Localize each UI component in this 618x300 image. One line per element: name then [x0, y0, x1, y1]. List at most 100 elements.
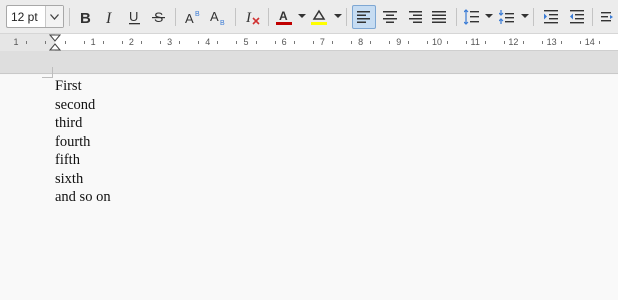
- ruler-tick: [141, 41, 142, 44]
- toolbar-separator: [456, 8, 457, 26]
- ruler-tick: [427, 41, 428, 44]
- increase-indent-button[interactable]: [540, 6, 562, 28]
- ruler-label: 12: [508, 37, 519, 47]
- ruler-label: 11: [470, 37, 480, 47]
- ruler-tick: [122, 41, 123, 44]
- svg-text:I: I: [245, 10, 252, 25]
- toolbar-separator: [346, 8, 347, 26]
- highlight-color-dropdown[interactable]: [334, 14, 342, 18]
- document-text[interactable]: First second third fourth fifth sixth an…: [55, 77, 111, 207]
- text-line[interactable]: and so on: [55, 188, 111, 207]
- strikethrough-button[interactable]: S: [148, 6, 170, 28]
- ruler-tick: [332, 41, 333, 44]
- ruler-tick: [26, 41, 27, 44]
- decrease-indent-icon: [570, 10, 584, 24]
- align-left-button[interactable]: [352, 5, 376, 29]
- justify-icon: [432, 11, 446, 23]
- text-line[interactable]: First: [55, 77, 111, 96]
- ruler-tick: [313, 41, 314, 44]
- toolbar-separator: [533, 8, 534, 26]
- line-spacing-icon: [464, 9, 479, 25]
- clear-formatting-button[interactable]: I: [242, 6, 264, 28]
- clear-formatting-icon: I: [245, 10, 260, 25]
- ruler-tick: [217, 41, 218, 44]
- ruler-tick: [256, 41, 257, 44]
- strikethrough-icon: S: [152, 9, 165, 25]
- ruler-tick: [198, 41, 199, 44]
- ruler-tick: [179, 41, 180, 44]
- font-size-value[interactable]: 12 pt: [11, 10, 38, 24]
- highlight-color-button[interactable]: [308, 6, 330, 28]
- text-line[interactable]: fifth: [55, 151, 111, 170]
- ruler-tick: [370, 41, 371, 44]
- font-color-icon: A: [276, 9, 292, 25]
- line-spacing-button[interactable]: [461, 6, 483, 28]
- svg-text:A: A: [279, 9, 288, 23]
- ruler-tick: [160, 41, 161, 44]
- align-right-button[interactable]: [404, 6, 426, 28]
- horizontal-ruler[interactable]: 1 1 2 3 4 5 6 7 8 9 10 11 12 13 14: [0, 34, 618, 51]
- superscript-button[interactable]: AB: [182, 6, 204, 28]
- toolbar-separator: [592, 8, 593, 26]
- text-line[interactable]: second: [55, 96, 111, 115]
- ruler-label: 7: [319, 37, 325, 47]
- decrease-indent-button[interactable]: [566, 6, 588, 28]
- ruler-tick: [485, 41, 486, 44]
- svg-text:U: U: [129, 9, 138, 24]
- bold-button[interactable]: B: [75, 6, 97, 28]
- underline-button[interactable]: U: [124, 6, 146, 28]
- ruler-tick: [504, 41, 505, 44]
- ruler-tick: [351, 41, 352, 44]
- svg-text:A: A: [210, 9, 219, 24]
- chevron-down-icon: [50, 13, 59, 20]
- toolbar-separator: [268, 8, 269, 26]
- superscript-icon: AB: [185, 11, 200, 25]
- ruler-label: 2: [128, 37, 134, 47]
- ruler-tick: [561, 41, 562, 44]
- ruler-tick: [389, 41, 390, 44]
- ruler-tick: [84, 41, 85, 44]
- subscript-icon: AB: [210, 9, 225, 25]
- align-center-icon: [383, 11, 397, 23]
- underline-icon: U: [129, 9, 140, 25]
- font-size-box[interactable]: 12 pt: [6, 5, 64, 28]
- svg-text:A: A: [185, 11, 194, 25]
- ruler-label: 8: [358, 37, 364, 47]
- ruler-label: 1: [13, 37, 19, 47]
- paragraph-direction-button[interactable]: [598, 6, 616, 28]
- ruler-tick: [580, 41, 581, 44]
- paragraph-spacing-icon: [499, 10, 514, 24]
- ruler-tick: [236, 41, 237, 44]
- align-left-icon: [357, 11, 370, 23]
- ruler-label: 5: [243, 37, 249, 47]
- ruler-label: 3: [167, 37, 173, 47]
- paragraph-spacing-button[interactable]: [496, 6, 518, 28]
- font-color-button[interactable]: A: [273, 6, 295, 28]
- ruler-area: 1 1 2 3 4 5 6 7 8 9 10 11 12 13 14: [0, 34, 618, 74]
- paragraph-spacing-dropdown[interactable]: [521, 14, 529, 18]
- subscript-button[interactable]: AB: [207, 6, 229, 28]
- justify-button[interactable]: [428, 6, 450, 28]
- font-size-dropdown[interactable]: [45, 6, 63, 27]
- toolbar-separator: [69, 8, 70, 26]
- ruler-tick: [408, 41, 409, 44]
- align-right-icon: [409, 11, 422, 23]
- text-line[interactable]: fourth: [55, 133, 111, 152]
- indent-marker-icon[interactable]: [49, 34, 61, 51]
- ruler-label: 6: [281, 37, 287, 47]
- ruler-tick: [599, 41, 600, 44]
- ruler-label: 13: [546, 37, 557, 47]
- ruler-tick: [103, 41, 104, 44]
- align-center-button[interactable]: [379, 6, 401, 28]
- svg-text:B: B: [195, 11, 200, 18]
- toolbar-separator: [175, 8, 176, 26]
- line-spacing-dropdown[interactable]: [485, 14, 493, 18]
- text-line[interactable]: third: [55, 114, 111, 133]
- italic-button[interactable]: I: [99, 6, 121, 28]
- ruler-tick: [523, 41, 524, 44]
- text-boundary-corner: [42, 67, 53, 78]
- font-color-dropdown[interactable]: [298, 14, 306, 18]
- ruler-label: 4: [205, 37, 211, 47]
- text-line[interactable]: sixth: [55, 170, 111, 189]
- svg-text:I: I: [105, 10, 112, 25]
